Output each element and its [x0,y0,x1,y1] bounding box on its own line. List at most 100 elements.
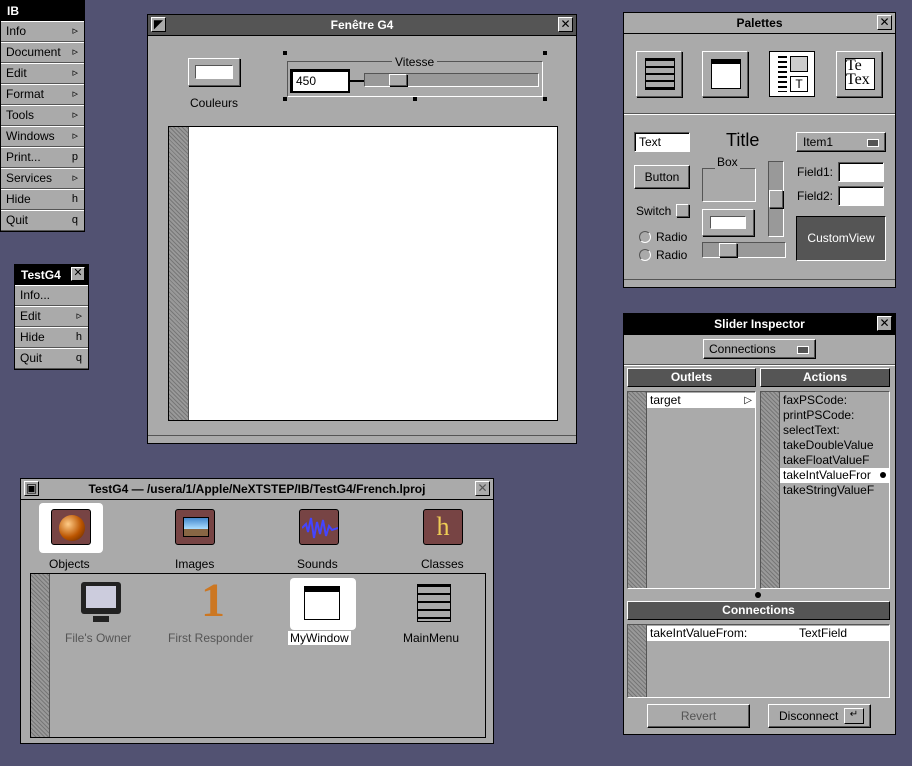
slider-knob[interactable] [769,190,783,208]
main-menu-label: MainMenu [403,631,460,645]
menu-shortcut: p [71,151,78,163]
tab-classes[interactable]: h [411,503,475,553]
menu-item-edit[interactable]: Edit ▹ [1,63,84,84]
color-well[interactable] [188,58,240,86]
custom-view[interactable]: CustomView [796,216,886,261]
slider-knob[interactable] [389,74,407,86]
action-item[interactable]: selectText: [780,423,889,438]
tab-images[interactable] [163,503,227,553]
close-icon[interactable]: ✕ [71,267,85,281]
outlets-list[interactable]: target ▷ [627,391,756,589]
mywindow-icon-tile[interactable] [290,578,356,630]
action-item-selected[interactable]: takeIntValueFror [780,468,889,483]
menu-item-services[interactable]: Services ▹ [1,168,84,189]
connection-row[interactable]: takeIntValueFrom: TextField [647,626,889,641]
testg4-menu-item-edit[interactable]: Edit ▹ [15,306,88,327]
popup-label: Connections [709,342,776,356]
miniaturize-icon[interactable]: ▣ [24,481,39,496]
palette-switch[interactable] [676,204,689,217]
testg4-menu-item-info[interactable]: Info... [15,285,88,306]
menu-item-quit[interactable]: Quit q [1,210,84,231]
close-icon[interactable]: ✕ [558,17,573,32]
close-icon[interactable]: ✕ [877,15,892,30]
sounds-suitcase-icon [299,509,339,545]
outlets-scroller[interactable] [628,392,647,588]
text-palette-icon[interactable]: Te Tex [836,51,882,97]
views-palette-icon[interactable]: T [769,51,815,97]
picture-icon [183,517,209,537]
objects-scroller[interactable] [31,574,50,737]
menu-item-format[interactable]: Format ▹ [1,84,84,105]
disconnect-button[interactable]: Disconnect ↵ [768,704,871,728]
split-dimple-icon[interactable] [755,592,761,598]
menu-item-tools[interactable]: Tools ▹ [1,105,84,126]
vertical-scroller[interactable] [169,127,189,420]
speed-field[interactable]: 450 [290,69,350,93]
revert-button[interactable]: Revert [647,704,750,728]
action-item[interactable]: takeFloatValueF [780,453,889,468]
window-resize-bar[interactable] [624,279,895,287]
palette-title-label: Title [726,130,760,150]
testg4-menu-item-hide[interactable]: Hide h [15,327,88,348]
palette-text-field[interactable]: Text [634,132,690,152]
menu-label: Edit [20,309,41,323]
g4-window-titlebar[interactable]: ◤ Fenêtre G4 ✕ [148,15,576,36]
first-responder-icon[interactable]: 1 [193,577,233,626]
inspector-titlebar[interactable]: Slider Inspector ✕ [624,314,895,335]
actions-list[interactable]: faxPSCode: printPSCode: selectText: take… [760,391,890,589]
outlet-item-target[interactable]: target ▷ [647,393,755,408]
scroll-view[interactable] [168,126,558,421]
action-label: takeFloatValueF [783,453,870,467]
project-titlebar[interactable]: ▣ TestG4 — /usera/1/Apple/NeXTSTEP/IB/Te… [21,479,493,500]
radio-icon[interactable] [639,231,651,243]
palette-box [702,168,756,202]
testg4-menu-item-quit[interactable]: Quit q [15,348,88,369]
close-icon[interactable]: ✕ [877,316,892,331]
tab-sounds[interactable] [287,503,351,553]
selection-handle[interactable] [413,97,417,101]
inspector-mode-popup[interactable]: Connections [703,339,816,359]
connections-scroller[interactable] [628,625,647,697]
files-owner-icon[interactable] [81,582,121,626]
palette-horizontal-slider[interactable] [702,242,786,258]
action-item[interactable]: takeStringValueF [780,483,889,498]
tab-objects[interactable] [39,503,103,553]
mywindow-label[interactable]: MyWindow [288,631,351,645]
windows-palette-icon[interactable] [702,51,748,97]
slider-knob[interactable] [719,243,737,257]
palette-button[interactable]: Button [634,165,690,189]
menu-item-hide[interactable]: Hide h [1,189,84,210]
main-menu-icon[interactable] [417,584,451,622]
palette-color-well[interactable] [702,209,754,236]
radio-icon[interactable] [639,249,651,261]
action-item[interactable]: printPSCode: [780,408,889,423]
menu-item-print[interactable]: Print... p [1,147,84,168]
selection-handle[interactable] [543,51,547,55]
selection-handle[interactable] [283,97,287,101]
menu-item-document[interactable]: Document ▹ [1,42,84,63]
actions-header: Actions [760,368,890,387]
action-item[interactable]: faxPSCode: [780,393,889,408]
disconnect-label: Disconnect [779,709,839,723]
menu-item-windows[interactable]: Windows ▹ [1,126,84,147]
connections-header: Connections [627,601,890,620]
speed-slider[interactable] [364,73,539,87]
window-resize-bar[interactable] [148,435,576,443]
selection-handle[interactable] [283,51,287,55]
project-title: TestG4 — /usera/1/Apple/NeXTSTEP/IB/Test… [88,482,426,496]
submenu-arrow-icon: ▹ [72,67,78,79]
miniaturize-icon[interactable]: ◤ [151,17,166,32]
close-icon[interactable]: ✕ [475,481,490,496]
field2-input[interactable] [838,186,884,206]
palette-vertical-slider[interactable] [768,161,784,237]
selection-handle[interactable] [543,97,547,101]
field1-input[interactable] [838,162,884,182]
connections-list[interactable]: takeIntValueFrom: TextField [627,624,890,698]
action-item[interactable]: takeDoubleValue [780,438,889,453]
menus-palette-icon[interactable] [636,51,682,97]
palettes-titlebar[interactable]: Palettes ✕ [624,13,895,34]
palette-popup-button[interactable]: Item1 [796,132,886,152]
menu-item-info[interactable]: Info ▹ [1,21,84,42]
objects-view[interactable]: File's Owner 1 First Responder MyWindow … [30,573,486,738]
actions-scroller[interactable] [761,392,780,588]
